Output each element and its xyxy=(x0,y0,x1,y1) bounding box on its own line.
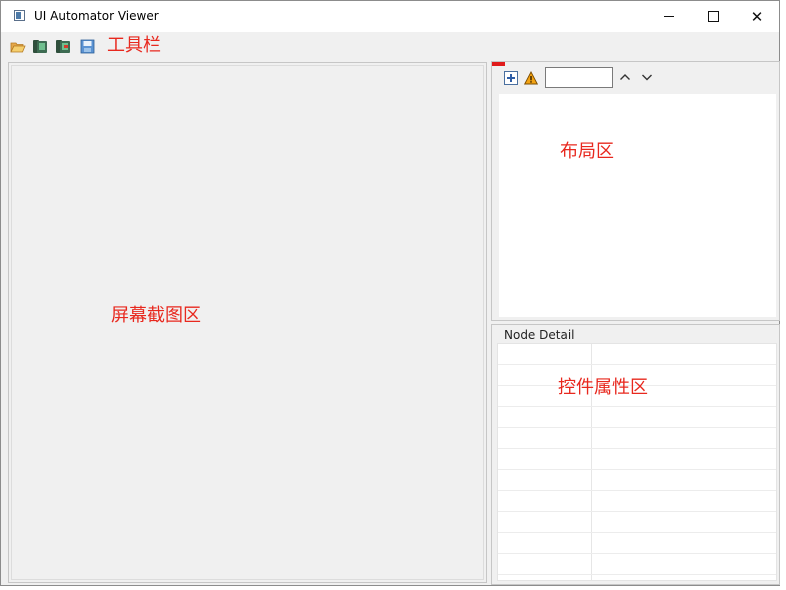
device-screenshot-icon[interactable] xyxy=(32,39,48,54)
previous-icon[interactable] xyxy=(618,70,632,84)
layout-hierarchy-panel: 布局区 xyxy=(491,61,780,321)
search-input[interactable] xyxy=(545,67,613,88)
window-title: UI Automator Viewer xyxy=(34,9,159,23)
minimize-icon xyxy=(664,16,674,17)
screenshot-panel[interactable]: 屏幕截图区 xyxy=(8,62,487,583)
node-detail-table[interactable]: 控件属性区 xyxy=(497,343,777,581)
layout-tree[interactable]: 布局区 xyxy=(499,94,776,317)
maximize-icon xyxy=(707,11,719,22)
next-icon[interactable] xyxy=(640,70,654,84)
node-detail-annotation: 控件属性区 xyxy=(558,377,648,398)
open-folder-icon[interactable] xyxy=(10,39,26,54)
warning-icon[interactable] xyxy=(524,71,538,85)
node-detail-panel: 控件属性区 Node Detail xyxy=(491,324,780,585)
expand-all-icon[interactable] xyxy=(504,71,518,85)
close-button[interactable]: ✕ xyxy=(735,1,779,32)
node-detail-legend: Node Detail xyxy=(502,328,577,342)
app-icon xyxy=(14,10,25,21)
toolbar-annotation: 工具栏 xyxy=(107,35,161,56)
title-bar[interactable]: UI Automator Viewer ✕ xyxy=(1,1,779,32)
layout-toolbar xyxy=(492,62,779,94)
save-icon[interactable] xyxy=(80,39,96,54)
maximize-button[interactable] xyxy=(691,1,735,32)
screenshot-area-annotation: 屏幕截图区 xyxy=(111,305,201,326)
close-icon: ✕ xyxy=(750,7,764,26)
device-screenshot-compressed-icon[interactable] xyxy=(55,39,71,54)
layout-area-annotation: 布局区 xyxy=(560,141,614,162)
clear-search-icon[interactable] xyxy=(492,62,505,66)
app-window: UI Automator Viewer ✕ 工具栏 屏幕截图区 布局区 控件属性… xyxy=(0,0,780,586)
minimize-button[interactable] xyxy=(647,1,691,32)
